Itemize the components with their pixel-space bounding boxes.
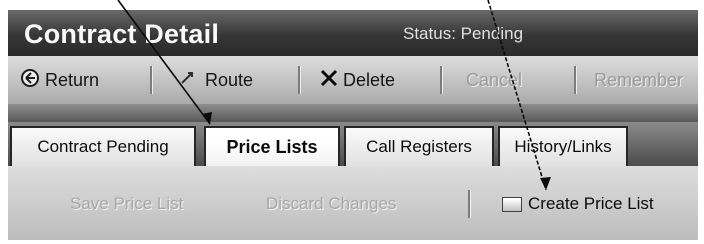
title-bar: Contract Detail Status: Pending [8,10,698,56]
delete-button[interactable]: Delete [320,68,395,92]
tab-contract-pending[interactable]: Contract Pending [10,126,196,166]
tab-label: Price Lists [226,136,318,157]
panel-divider [468,190,471,218]
delete-icon [320,69,338,92]
tab-strip: Contract Pending Price Lists Call Regist… [8,122,698,166]
toolbar: Return Route Delete Cancel Remember [8,56,698,104]
tab-label: History/Links [514,137,612,156]
remember-label: Remember [594,69,684,90]
save-label: Save Price List [70,194,184,213]
create-price-list-button[interactable]: Create Price List [502,194,654,214]
toolbar-divider [440,66,443,94]
cancel-label: Cancel [466,69,523,90]
toolbar-divider [150,66,153,94]
tab-price-lists[interactable]: Price Lists [204,126,340,166]
route-label: Route [205,69,254,90]
header-band [8,104,698,122]
route-button[interactable]: Route [180,68,253,92]
save-price-list-button[interactable]: Save Price List [70,194,183,214]
route-icon [180,68,200,93]
page-title: Contract Detail [24,19,220,49]
return-button[interactable]: Return [20,68,99,92]
tab-label: Call Registers [366,137,472,156]
status-label: Status: Pending [403,24,524,43]
return-label: Return [45,69,100,90]
document-icon [502,196,522,212]
discard-changes-button[interactable]: Discard Changes [266,194,396,214]
delete-label: Delete [343,69,396,90]
tab-history-links[interactable]: History/Links [498,126,628,166]
create-label: Create Price List [528,194,654,213]
tab-call-registers[interactable]: Call Registers [344,126,494,166]
tab-label: Contract Pending [37,137,169,156]
toolbar-divider [298,66,301,94]
cancel-button[interactable]: Cancel [466,68,522,92]
return-icon [20,68,40,93]
toolbar-divider [574,66,577,94]
discard-label: Discard Changes [266,194,397,213]
remember-button[interactable]: Remember [594,68,683,92]
